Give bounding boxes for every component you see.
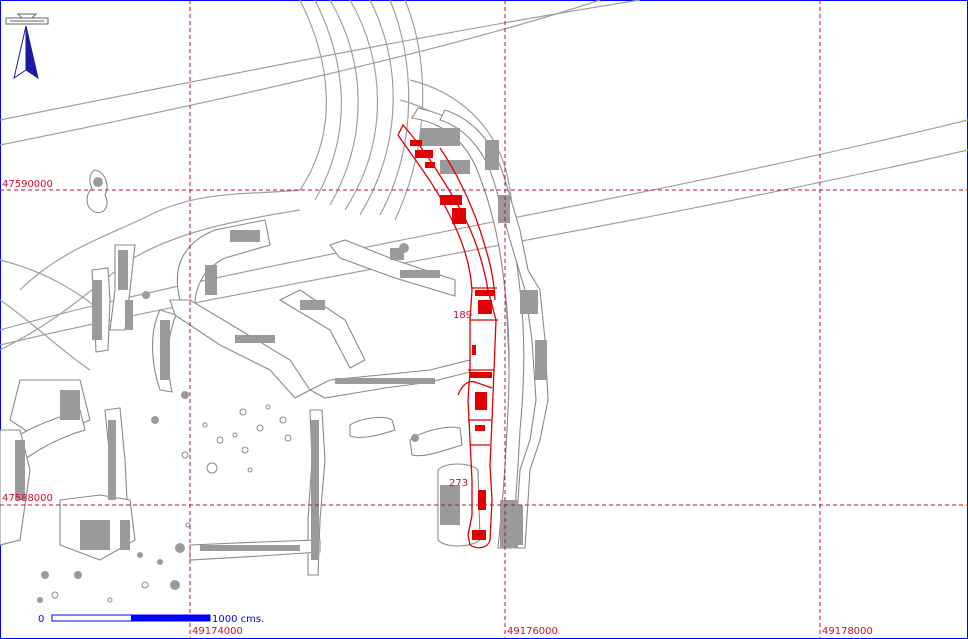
contour-lines [0, 0, 968, 421]
red-hatch [472, 345, 476, 355]
red-hatch [452, 208, 466, 224]
red-hatch [425, 162, 435, 168]
red-hatch [478, 490, 486, 510]
northing-label: 47590000 [2, 179, 53, 190]
red-hatch [470, 372, 492, 378]
red-hatch [475, 290, 495, 296]
map-canvas[interactable]: 47590000 47588000 49174000 49176000 4917… [0, 0, 968, 639]
feature-label-273: 273 [449, 478, 468, 489]
easting-label: 49178000 [822, 626, 873, 637]
red-hatch [472, 530, 486, 540]
feature-label-189: 189 [453, 310, 472, 321]
scale-end-label: 1000 cms. [212, 614, 264, 625]
red-hatch [410, 140, 422, 146]
easting-label: 49176000 [507, 626, 558, 637]
red-hatch [440, 195, 462, 205]
red-hatch [475, 425, 485, 431]
scale-bar: 0 1000 cms. [38, 614, 264, 625]
northing-label: 47588000 [2, 493, 53, 504]
north-arrow-icon [5, 13, 49, 80]
red-hatch [475, 392, 487, 410]
red-hatch [478, 300, 492, 314]
scale-start-label: 0 [38, 614, 44, 625]
red-hatch [415, 150, 433, 158]
easting-label: 49174000 [192, 626, 243, 637]
map-drawing[interactable]: 47590000 47588000 49174000 49176000 4917… [0, 0, 968, 639]
